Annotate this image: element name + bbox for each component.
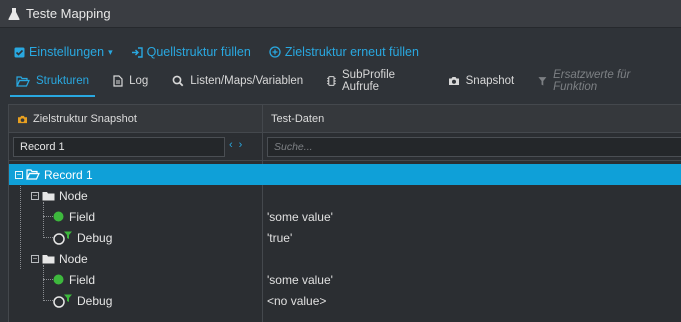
checkbox-icon: [14, 47, 25, 57]
tree-row[interactable]: − Node: [9, 185, 681, 206]
toolbar: Einstellungen ▾ Quellstruktur füllen Zie…: [0, 40, 681, 64]
record-nav: ‹ ›: [229, 139, 242, 151]
tab-label: Snapshot: [465, 75, 515, 87]
tab-snapshot[interactable]: Snapshot: [442, 68, 521, 94]
einstellungen-label: Einstellungen: [29, 45, 105, 59]
grid-header: Zielstruktur Snapshot Test-Daten: [9, 105, 681, 133]
zielstruktur-label: Zielstruktur erneut füllen: [284, 45, 419, 59]
tree-row[interactable]: − Record 1: [9, 164, 681, 185]
row-value: 'some value': [267, 272, 333, 287]
row-label: Debug: [77, 293, 113, 308]
tree-grid: Zielstruktur Snapshot Test-Daten Record …: [8, 104, 681, 322]
collapse-icon[interactable]: −: [31, 254, 39, 263]
tab-log[interactable]: Log: [107, 68, 154, 94]
camera-icon: [448, 77, 459, 85]
row-label: Record 1: [44, 167, 93, 182]
column-header-snapshot[interactable]: Zielstruktur Snapshot: [9, 105, 263, 133]
tab-ersatzwerte[interactable]: Ersatzwerte für Funktion: [532, 68, 669, 94]
tab-label: Log: [129, 75, 149, 87]
tab-strukturen[interactable]: Strukturen: [10, 68, 96, 97]
previous-icon[interactable]: ‹: [229, 139, 233, 151]
next-icon[interactable]: ›: [239, 139, 243, 151]
tree-row[interactable]: Field 'some value': [9, 269, 681, 290]
row-value: <no value>: [267, 293, 327, 308]
einstellungen-button[interactable]: Einstellungen ▾: [14, 45, 113, 59]
quellstruktur-label: Quellstruktur füllen: [146, 45, 251, 59]
column-header-testdaten[interactable]: Test-Daten: [263, 105, 324, 133]
record-select[interactable]: Record 1: [13, 137, 225, 157]
folder-icon: [42, 254, 55, 263]
tree-row[interactable]: − Node: [9, 248, 681, 269]
search-icon: [172, 75, 184, 87]
title-bar: Teste Mapping: [0, 0, 681, 28]
tree-row[interactable]: Debug <no value>: [9, 290, 681, 311]
tree-row[interactable]: Field 'some value': [9, 206, 681, 227]
chevron-down-icon: ▾: [108, 46, 113, 57]
sign-in-icon: [131, 46, 143, 58]
chip-icon: [327, 76, 336, 86]
tab-label: Strukturen: [36, 75, 90, 87]
folder-open-icon: [16, 75, 30, 87]
row-label: Field: [69, 272, 96, 287]
debug-filter-icon: [53, 231, 72, 245]
folder-icon: [42, 191, 55, 200]
filter-row: Record 1 ‹ › Suche...: [9, 133, 681, 161]
row-label: Debug: [77, 230, 113, 245]
column-header-label: Test-Daten: [271, 113, 325, 125]
search-input[interactable]: Suche...: [267, 137, 681, 157]
field-dot-icon: [53, 211, 64, 222]
tab-bar: Strukturen Log Listen/Maps/Variablen Sub…: [0, 66, 681, 97]
tab-label: Listen/Maps/Variablen: [190, 75, 304, 87]
tab-subprofile[interactable]: SubProfile Aufrufe: [321, 68, 429, 94]
collapse-icon[interactable]: −: [15, 170, 23, 179]
flask-icon: [8, 7, 20, 20]
debug-filter-icon: [53, 294, 72, 308]
filter-icon: [538, 76, 547, 85]
folder-open-icon: [26, 169, 40, 180]
tab-listen[interactable]: Listen/Maps/Variablen: [166, 68, 309, 94]
row-label: Field: [69, 209, 96, 224]
tab-label: Ersatzwerte für Funktion: [553, 69, 631, 93]
zielstruktur-button[interactable]: Zielstruktur erneut füllen: [269, 45, 419, 59]
row-value: 'some value': [267, 209, 333, 224]
row-label: Node: [59, 251, 88, 266]
column-header-label: Zielstruktur Snapshot: [33, 113, 137, 125]
plus-circle-icon: [269, 46, 281, 58]
document-icon: [113, 75, 123, 87]
tree-row[interactable]: Debug 'true': [9, 227, 681, 248]
field-dot-icon: [53, 274, 64, 285]
row-label: Node: [59, 188, 88, 203]
row-value: 'true': [267, 230, 293, 245]
quellstruktur-button[interactable]: Quellstruktur füllen: [131, 45, 251, 59]
collapse-icon[interactable]: −: [31, 191, 39, 200]
tab-label: SubProfile Aufrufe: [342, 69, 396, 93]
camera-icon: [18, 115, 27, 123]
window-title: Teste Mapping: [26, 6, 111, 21]
